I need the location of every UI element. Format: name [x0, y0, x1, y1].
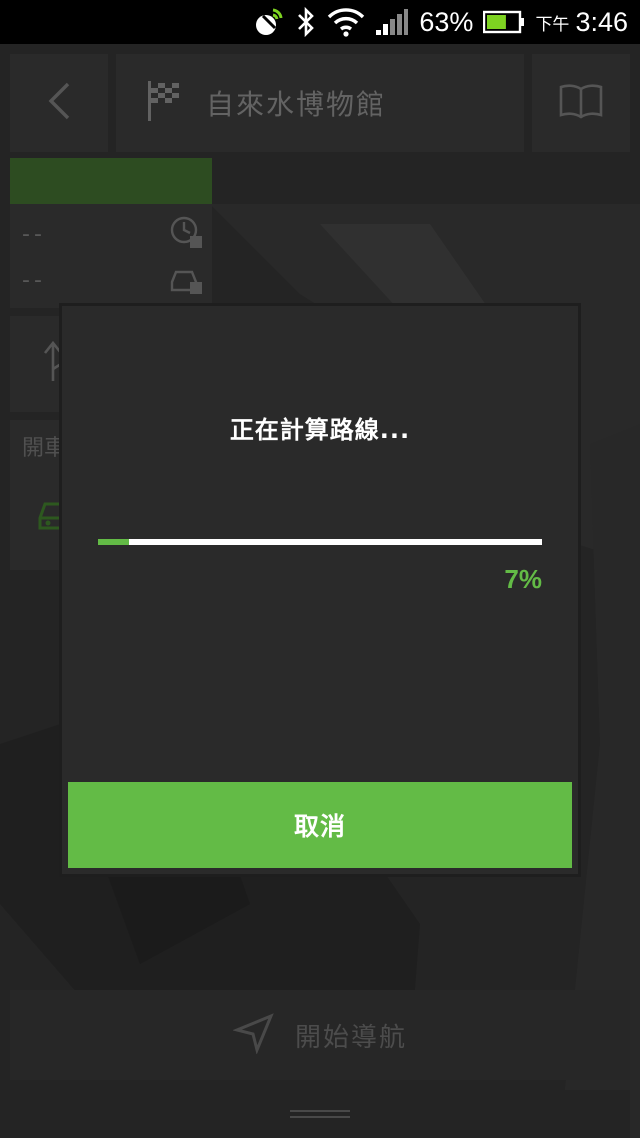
wifi-icon: [327, 0, 365, 44]
clock-time: 3:46: [575, 6, 628, 37]
progress-bar: [98, 539, 542, 545]
status-bar: 63% 下午 3:46: [0, 0, 640, 44]
battery-percent: 63%: [419, 6, 474, 37]
route-calculation-dialog: 正在計算路線... 7% 取消: [62, 306, 578, 874]
bluetooth-icon: [295, 0, 317, 44]
gps-satellite-icon: [253, 0, 285, 44]
signal-icon: [375, 0, 409, 44]
progress-bar-fill: [98, 539, 130, 545]
battery-icon: [483, 0, 525, 44]
dialog-title: 正在計算路線...: [229, 416, 411, 444]
cancel-button-label: 取消: [293, 813, 346, 841]
progress-percent: 7%: [504, 564, 542, 594]
clock-ampm: 下午: [535, 14, 570, 35]
cancel-button[interactable]: 取消: [68, 782, 572, 868]
